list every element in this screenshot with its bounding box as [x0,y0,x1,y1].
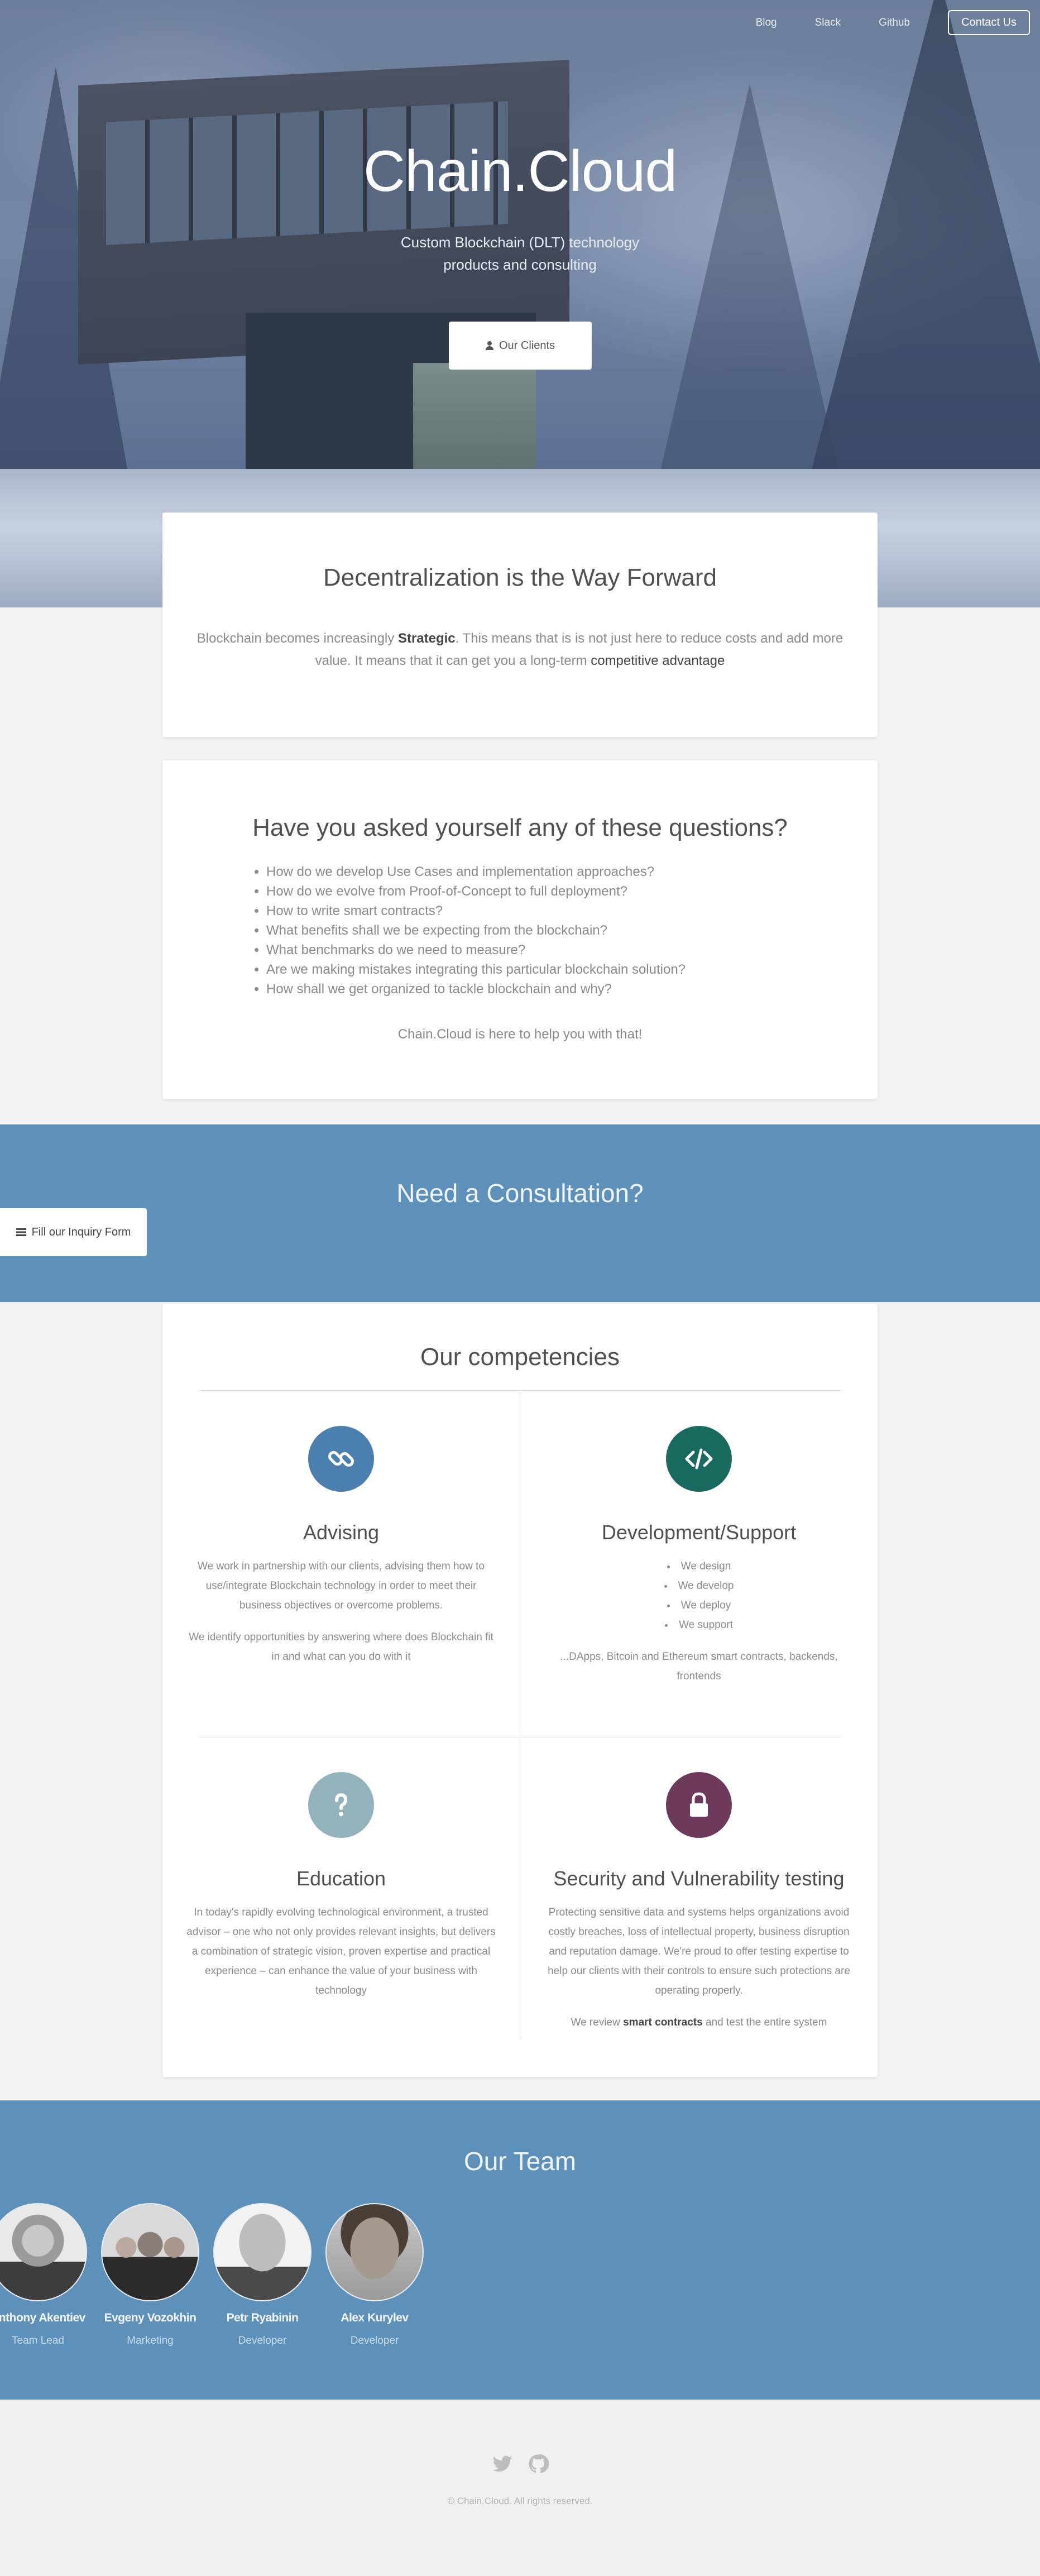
competency-education: Education In today's rapidly evolving te… [185,1772,497,2000]
questions-list: How do we develop Use Cases and implemen… [250,862,878,999]
list-item: How shall we get organized to tackle blo… [266,979,878,999]
avatar [0,2203,87,2301]
questions-footer: Chain.Cloud is here to help you with tha… [397,1027,643,1042]
competency-development-list: We design We develop We deploy We suppor… [582,1557,816,1635]
list-item: What benefits shall we be expecting from… [266,921,878,940]
hero-title: Chain.Cloud [363,139,677,204]
competency-advising-title: Advising [303,1521,380,1544]
list-item: How to write smart contracts? [266,901,878,921]
competency-advising: Advising We work in partnership with our… [185,1426,497,1667]
list-item: What benchmarks do we need to measure? [266,940,878,960]
team-member: Alex Kurylev Developer [319,2203,430,2347]
consultation-section: Need a Consultation? Fill our Inquiry Fo… [0,1124,1040,1302]
member-role: Developer [350,2335,399,2347]
team-title: Our Team [463,2147,577,2176]
inquiry-form-button[interactable]: Fill our Inquiry Form [0,1208,147,1256]
competencies-card: Our competencies Advising We work in par… [162,1304,878,2077]
team-member: Petr Ryabinin Developer [207,2203,318,2347]
competencies-title: Our competencies [420,1343,620,1371]
competency-advising-text1: We work in partnership with our clients,… [198,1560,485,1611]
competency-development-title: Development/Support [601,1521,797,1544]
intro-text-before: Blockchain becomes increasingly [197,631,398,646]
hero-subtitle: Custom Blockchain (DLT) technology produ… [0,231,1040,276]
lock-icon [666,1772,732,1838]
list-item: Are we making mistakes integrating this … [266,960,878,979]
avatar [325,2203,424,2301]
our-clients-label: Our Clients [499,339,555,352]
member-name: Petr Ryabinin [226,2311,299,2324]
questions-title: Have you asked yourself any of these que… [252,814,788,841]
competency-security: Security and Vulnerability testing Prote… [543,1772,855,2032]
team-member: Anthony Akentiev Team Lead [0,2203,94,2347]
competency-advising-text2: We identify opportunities by answering w… [189,1631,493,1663]
member-name: Anthony Akentiev [0,2311,85,2324]
team-section: Our Team Anthony Akentiev Team Lead Evge… [0,2100,1040,2400]
intro-text-end: competitive advantage [591,653,725,668]
avatar [213,2203,311,2301]
code-icon [666,1426,732,1492]
hero-building-glass [413,363,536,480]
user-icon [485,341,493,350]
security-text2-strong: smart contracts [623,2017,703,2028]
footer: © Chain.Cloud. All rights reserved. [0,2400,1040,2576]
github-icon[interactable] [528,2453,549,2474]
hero-subtitle-line2: products and consulting [443,256,597,273]
avatar [101,2203,199,2301]
twitter-icon[interactable] [492,2453,513,2474]
member-role: Team Lead [11,2335,64,2347]
member-name: Evgeny Vozokhin [104,2311,197,2324]
question-icon [308,1772,374,1838]
our-clients-button[interactable]: Our Clients [449,322,592,370]
copyright: © Chain.Cloud. All rights reserved. [447,2496,593,2506]
contact-us-button[interactable]: Contact Us [948,10,1030,35]
competency-education-text: In today's rapidly evolving technologica… [186,1907,496,1996]
list-item: We support [582,1615,816,1635]
security-text2-after: and test the entire system [702,2017,827,2028]
link-icon [308,1426,374,1492]
member-role: Marketing [127,2335,174,2347]
nav-link-slack[interactable]: Slack [815,17,841,29]
security-text2-before: We review [571,2017,624,2028]
competency-education-title: Education [296,1867,386,1890]
intro-text: Blockchain becomes increasingly Strategi… [197,628,844,672]
nav-link-github[interactable]: Github [879,17,910,29]
consultation-title: Need a Consultation? [396,1179,644,1208]
nav-link-blog[interactable]: Blog [756,17,777,29]
competency-development: Development/Support We design We develop… [543,1426,855,1686]
competency-security-text2: We review smart contracts and test the e… [543,2013,855,2032]
list-item: We develop [582,1576,816,1596]
social-links [0,2453,1040,2474]
list-item: We design [582,1557,816,1576]
competency-security-text1: Protecting sensitive data and systems he… [548,1907,850,1996]
competency-development-text: ...DApps, Bitcoin and Ethereum smart con… [560,1651,838,1682]
intro-card: Decentralization is the Way Forward Bloc… [162,513,878,737]
intro-title: Decentralization is the Way Forward [323,564,717,591]
competency-security-title: Security and Vulnerability testing [553,1867,845,1890]
member-name: Alex Kurylev [341,2311,409,2324]
member-role: Developer [238,2335,287,2347]
inquiry-form-label: Fill our Inquiry Form [31,1225,131,1238]
top-nav: Blog Slack Github Contact Us [756,10,1030,35]
intro-text-strong: Strategic [397,631,456,646]
questions-card: Have you asked yourself any of these que… [162,760,878,1099]
list-icon [16,1228,26,1236]
list-item: How do we develop Use Cases and implemen… [266,862,878,882]
list-item: How do we evolve from Proof-of-Concept t… [266,882,878,901]
hero-subtitle-line1: Custom Blockchain (DLT) technology [400,234,640,251]
team-member: Evgeny Vozokhin Marketing [94,2203,206,2347]
list-item: We deploy [582,1596,816,1615]
